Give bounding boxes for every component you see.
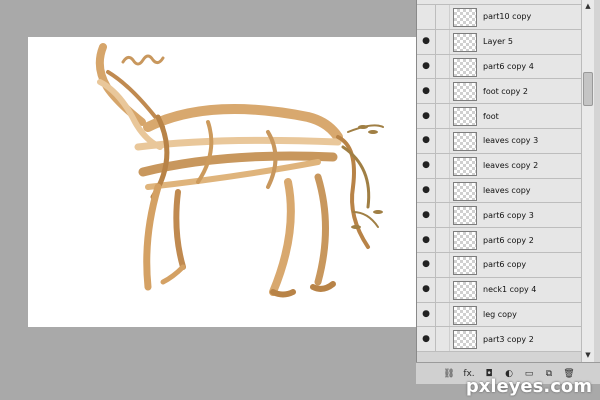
layer-thumbnail <box>453 255 477 275</box>
layer-link-cell[interactable] <box>436 252 450 277</box>
layer-thumbnail <box>453 131 477 151</box>
scroll-down-icon[interactable]: ▼ <box>583 350 593 360</box>
layer-name: part6 copy 3 <box>483 210 534 220</box>
layer-link-cell[interactable] <box>436 29 450 54</box>
layer-row[interactable]: ● part6 copy 2 <box>417 228 582 253</box>
layer-row[interactable]: ● part10 copy <box>417 5 582 30</box>
layer-link-cell[interactable] <box>436 153 450 178</box>
eye-icon: ● <box>422 36 430 47</box>
layer-row[interactable]: ● part6 copy 4 <box>417 54 582 80</box>
layer-list[interactable]: ● part10 copy ● Layer 5 ● part6 copy 4 ● foot c… <box>417 0 582 362</box>
eye-icon: ● <box>422 135 430 146</box>
eye-icon: ● <box>422 234 430 245</box>
document-canvas[interactable] <box>28 37 416 327</box>
eye-icon: ● <box>422 160 430 171</box>
layer-row[interactable]: ● Layer 5 <box>417 29 582 55</box>
eye-icon: ● <box>422 184 430 195</box>
visibility-toggle[interactable]: ● <box>417 277 436 302</box>
layer-thumbnail <box>453 82 477 102</box>
visibility-toggle[interactable]: ● <box>417 79 436 104</box>
layer-row[interactable]: ● part6 copy 3 <box>417 203 582 229</box>
layer-row[interactable]: ● leaves copy <box>417 178 582 204</box>
layer-name: foot copy 2 <box>483 86 529 96</box>
layer-link-cell[interactable] <box>436 128 450 153</box>
eye-icon: ● <box>422 209 430 220</box>
layer-name: neck1 copy 4 <box>483 285 537 295</box>
layer-link-cell[interactable] <box>436 178 450 203</box>
layer-name: leaves copy 2 <box>483 161 539 171</box>
layer-name: part6 copy 4 <box>483 61 534 71</box>
layer-thumbnail <box>453 305 477 325</box>
layer-thumbnail <box>453 32 477 52</box>
layer-link-cell[interactable] <box>436 203 450 228</box>
layer-link-cell[interactable] <box>436 5 450 29</box>
visibility-toggle[interactable]: ● <box>417 228 436 252</box>
layer-row[interactable]: ● foot copy 2 <box>417 79 582 105</box>
layer-name: leaves copy <box>483 185 531 195</box>
layer-row[interactable]: ● neck1 copy 4 <box>417 277 582 303</box>
eye-icon: ● <box>422 12 430 21</box>
eye-icon: ● <box>422 333 430 344</box>
layer-thumbnail <box>453 231 477 251</box>
photoshop-window: ● part10 copy ● Layer 5 ● part6 copy 4 ● foot c… <box>0 0 600 400</box>
layer-row[interactable]: ● foot <box>417 104 582 129</box>
eye-icon: ● <box>422 308 430 319</box>
layer-thumbnail <box>453 330 477 350</box>
layer-row[interactable]: ● part6 copy <box>417 252 582 278</box>
layer-row[interactable]: ● leaves copy 3 <box>417 128 582 154</box>
scroll-thumb[interactable] <box>583 72 593 106</box>
layer-row[interactable]: ● part3 copy 2 <box>417 327 582 353</box>
scroll-up-icon[interactable]: ▲ <box>583 1 593 11</box>
layer-name: part6 copy 2 <box>483 235 534 245</box>
layer-link-cell[interactable] <box>436 327 450 352</box>
layer-row[interactable]: ● leg copy <box>417 302 582 328</box>
layer-row[interactable]: ● leaves copy 2 <box>417 153 582 179</box>
visibility-toggle[interactable]: ● <box>417 302 436 327</box>
visibility-toggle[interactable]: ● <box>417 54 436 79</box>
layer-name: foot <box>483 111 499 121</box>
visibility-toggle[interactable]: ● <box>417 203 436 228</box>
layer-thumbnail <box>453 156 477 176</box>
visibility-toggle[interactable]: ● <box>417 29 436 54</box>
layer-thumbnail <box>453 8 477 27</box>
watermark-logo: pxleyes.com <box>465 376 592 397</box>
layer-thumbnail <box>453 206 477 226</box>
layer-name: leg copy <box>483 309 517 319</box>
layer-name: part3 copy 2 <box>483 334 534 344</box>
eye-icon: ● <box>422 110 430 121</box>
layers-scrollbar[interactable]: ▲ ▼ <box>581 0 594 362</box>
link-layers-icon[interactable]: ⛓ <box>442 367 456 381</box>
eye-icon: ● <box>422 85 430 96</box>
eye-icon: ● <box>422 259 430 270</box>
layer-thumbnail <box>453 107 477 127</box>
driftwood-horse-artwork <box>95 43 384 298</box>
layers-panel: ● part10 copy ● Layer 5 ● part6 copy 4 ● foot c… <box>416 0 600 384</box>
layer-link-cell[interactable] <box>436 79 450 104</box>
layer-link-cell[interactable] <box>436 54 450 79</box>
visibility-toggle[interactable]: ● <box>417 178 436 203</box>
visibility-toggle[interactable]: ● <box>417 153 436 178</box>
layer-thumbnail <box>453 57 477 77</box>
layer-link-cell[interactable] <box>436 104 450 128</box>
layer-link-cell[interactable] <box>436 228 450 252</box>
eye-icon: ● <box>422 284 430 295</box>
visibility-toggle[interactable]: ● <box>417 5 436 29</box>
eye-icon: ● <box>422 60 430 71</box>
layer-link-cell[interactable] <box>436 302 450 327</box>
visibility-toggle[interactable]: ● <box>417 327 436 352</box>
layer-link-cell[interactable] <box>436 277 450 302</box>
layer-thumbnail <box>453 181 477 201</box>
layer-name: leaves copy 3 <box>483 136 539 146</box>
layer-name: part6 copy <box>483 260 527 270</box>
visibility-toggle[interactable]: ● <box>417 252 436 277</box>
visibility-toggle[interactable]: ● <box>417 128 436 153</box>
layer-name: part10 copy <box>483 12 532 22</box>
layer-name: Layer 5 <box>483 37 513 47</box>
layer-thumbnail <box>453 280 477 300</box>
visibility-toggle[interactable]: ● <box>417 104 436 128</box>
